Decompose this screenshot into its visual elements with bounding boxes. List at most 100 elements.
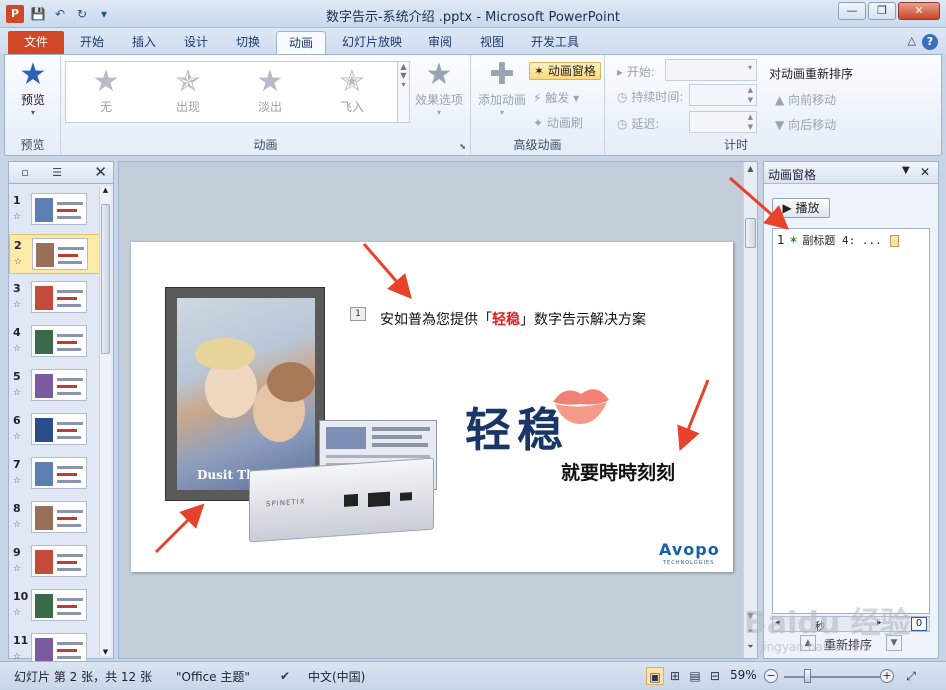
tab-design[interactable]: 设计 (174, 31, 218, 54)
normal-view-icon[interactable]: ▣ (646, 667, 664, 685)
slide-thumbnail-1[interactable]: 1 ☆ (9, 190, 101, 230)
restore-button[interactable]: ❐ (868, 2, 896, 20)
gallery-scroll[interactable]: ▲ ▼ ▾ (397, 62, 409, 122)
thumbnail-animation-star-icon: ☆ (13, 608, 22, 618)
gallery-item-none[interactable]: ★ 无 (76, 66, 136, 115)
thumbnail-animation-star-icon: ☆ (13, 432, 22, 442)
slide-thumbnail-8[interactable]: 8 ☆ (9, 498, 101, 538)
start-dropdown-icon: ▾ (747, 63, 752, 72)
animation-list-item[interactable]: 1 ✶ 副标题 4: ... (777, 232, 899, 248)
move-later-button[interactable]: ▼ 向后移动 (775, 116, 836, 133)
zoom-in-icon[interactable]: + (880, 669, 894, 683)
slides-tab-icon[interactable]: ▫ (13, 164, 37, 182)
none-star-icon: ★ (92, 64, 120, 99)
thumbnail-image (31, 413, 87, 445)
seconds-value[interactable]: 0 (911, 617, 927, 631)
effect-options-button[interactable]: ★ 效果选项 ▾ (413, 57, 465, 118)
animation-pane-title: 动画窗格 (768, 168, 817, 182)
trigger-button[interactable]: ⚡ 触发 ▾ (533, 89, 579, 106)
slide-title[interactable]: 轻稳 (465, 394, 569, 460)
gallery-item-label: 淡出 (257, 100, 282, 114)
slide-sorter-icon[interactable]: ⊞ (666, 667, 684, 685)
outline-tab-icon[interactable]: ☰ (45, 164, 69, 182)
slide-thumbnail-5[interactable]: 5 ☆ (9, 366, 101, 406)
add-animation-button[interactable]: ✚ 添加动画 ▾ (475, 59, 529, 118)
panel-scrollbar[interactable]: ▲ ▼ (99, 186, 111, 656)
preview-button[interactable]: ★ 预览 ▾ (11, 57, 55, 118)
panel-close-icon[interactable]: ✕ (94, 163, 107, 181)
delay-stepper[interactable]: ▲ ▼ (689, 111, 757, 133)
thumbnail-number: 9 (13, 546, 21, 559)
minimize-ribbon-icon[interactable]: △ (908, 34, 916, 47)
help-icon[interactable]: ? (922, 34, 938, 50)
slide-thumbnail-4[interactable]: 4 ☆ (9, 322, 101, 362)
move-earlier-button[interactable]: ▲ 向前移动 (775, 91, 836, 108)
pane-close-icon[interactable]: ✕ (920, 165, 930, 179)
tab-insert[interactable]: 插入 (122, 31, 166, 54)
tab-review[interactable]: 审阅 (418, 31, 462, 54)
animation-item-label: 副标题 4: ... (802, 234, 882, 247)
slide-canvas[interactable]: Dusit Tha SPINETIX 1 安如普為您提供「轻稳」数字告示解决方案… (131, 242, 733, 572)
zoom-level[interactable]: 59% (730, 668, 757, 682)
trigger-label: 触发 (545, 91, 570, 105)
trigger-icon: ⚡ (533, 91, 542, 105)
zoom-out-icon[interactable]: − (764, 669, 778, 683)
next-slide-icon[interactable]: ⏷ (744, 642, 757, 652)
close-button[interactable]: ✕ (898, 2, 940, 20)
slide-thumbnail-2[interactable]: 2 ☆ (9, 234, 101, 274)
panel-scroll-thumb[interactable] (101, 204, 110, 354)
slide-tagline[interactable]: 就要時時刻刻 (561, 458, 675, 485)
tab-home[interactable]: 开始 (70, 31, 114, 54)
tab-transitions[interactable]: 切换 (226, 31, 270, 54)
workspace-scrollbar[interactable]: ▲ ▼ ⏶ ⏷ (743, 162, 757, 658)
gallery-item-fly-in[interactable]: ✭ 飞入 (322, 66, 382, 115)
minimize-button[interactable]: — (838, 2, 866, 20)
slide-thumbnail-6[interactable]: 6 ☆ (9, 410, 101, 450)
reading-view-icon[interactable]: ▤ (686, 667, 704, 685)
gallery-item-label: 无 (99, 100, 112, 114)
fit-to-window-icon[interactable]: ⤢ (902, 667, 920, 685)
scroll-down-icon[interactable]: ▼ (100, 648, 111, 656)
tab-file[interactable]: 文件 (8, 31, 64, 54)
zoom-slider-track[interactable] (784, 676, 880, 678)
zoom-slider-handle[interactable] (804, 669, 811, 683)
thumbnail-image (32, 238, 88, 270)
animation-painter-button[interactable]: ✦ 动画刷 (533, 114, 583, 131)
animation-item-index: 1 (777, 233, 785, 247)
tab-slideshow[interactable]: 幻灯片放映 (334, 31, 410, 54)
tab-view[interactable]: 视图 (470, 31, 514, 54)
thumbnail-number: 8 (13, 502, 21, 515)
slideshow-view-icon[interactable]: ⊟ (706, 667, 724, 685)
slide-thumbnail-7[interactable]: 7 ☆ (9, 454, 101, 494)
dialog-launcher-icon[interactable]: ⬊ (459, 142, 466, 151)
gallery-item-fade[interactable]: ★ 淡出 (240, 66, 300, 115)
start-dropdown[interactable]: ▾ (665, 59, 757, 81)
thumbnail-animation-star-icon: ☆ (13, 564, 22, 574)
pane-options-icon[interactable]: ▼ (902, 165, 910, 176)
slide-thumbnail-9[interactable]: 9 ☆ (9, 542, 101, 582)
scroll-up-icon[interactable]: ▲ (100, 186, 111, 194)
delay-stepper-arrows[interactable]: ▲ ▼ (748, 112, 753, 132)
spell-check-icon[interactable]: ✔ (276, 667, 294, 685)
tab-animations[interactable]: 动画 (276, 31, 326, 54)
play-button[interactable]: ▶ 播放 (772, 198, 830, 218)
gallery-item-appear[interactable]: ✯ 出现 (158, 66, 218, 115)
animation-pane-button[interactable]: ✶ 动画窗格 (529, 62, 601, 80)
delay-label-text: 延迟: (631, 117, 660, 131)
slide-thumbnail-3[interactable]: 3 ☆ (9, 278, 101, 318)
duration-stepper-arrows[interactable]: ▲ ▼ (748, 85, 753, 105)
effect-options-icon: ★ (425, 57, 453, 92)
workspace-scroll-up-icon[interactable]: ▲ (744, 164, 757, 173)
language-status[interactable]: 中文(中国) (308, 668, 365, 685)
window-title: 数字告示-系统介绍 .pptx - Microsoft PowerPoint (325, 10, 621, 25)
workspace-scroll-thumb[interactable] (745, 218, 756, 248)
tab-developer[interactable]: 开发工具 (522, 31, 588, 54)
thumbnail-animation-star-icon: ☆ (14, 257, 23, 267)
animation-gallery[interactable]: ★ 无 ✯ 出现 ★ 淡出 ✭ 飞入 ▲ ▼ ▾ (65, 61, 410, 123)
fade-star-icon: ★ (256, 64, 284, 99)
slide-subtitle[interactable]: 安如普為您提供「轻稳」数字告示解决方案 (380, 309, 646, 329)
duration-stepper[interactable]: ▲ ▼ (689, 84, 757, 106)
panel-tabs: ▫ ☰ ✕ (9, 162, 113, 184)
preview-star-icon: ★ (19, 57, 47, 92)
slide-thumbnail-10[interactable]: 10 ☆ (9, 586, 101, 626)
